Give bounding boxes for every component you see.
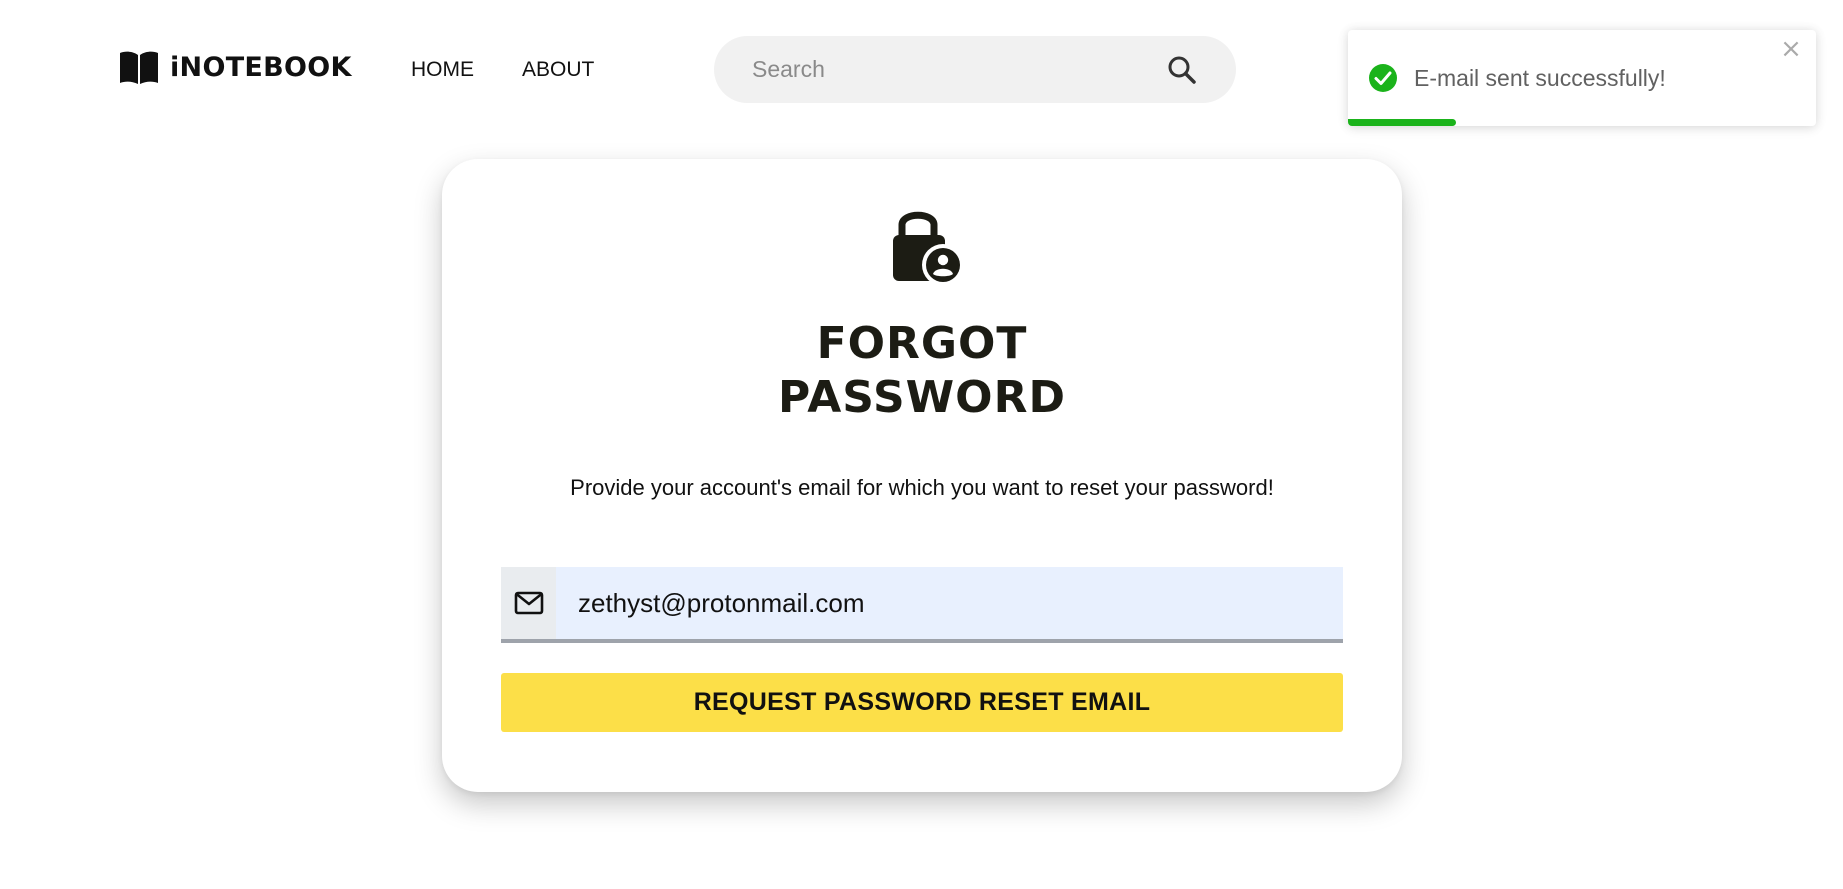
brand-name: iNOTEBOOK — [170, 51, 352, 83]
toast-progress-track — [1348, 119, 1816, 126]
email-input-group — [501, 567, 1343, 643]
toast-message: E-mail sent successfully! — [1414, 65, 1666, 91]
envelope-icon — [501, 567, 556, 639]
page-title: FORGOT PASSWORD — [442, 317, 1402, 425]
title-line-2: PASSWORD — [777, 372, 1066, 423]
toast-progress-bar — [1348, 119, 1456, 126]
search-bar — [714, 36, 1236, 103]
check-circle-icon — [1368, 63, 1398, 93]
nav-link-about[interactable]: ABOUT — [522, 58, 594, 82]
close-icon[interactable]: × — [1780, 36, 1802, 62]
book-open-icon — [118, 49, 160, 85]
search-icon[interactable] — [1166, 54, 1198, 86]
email-field[interactable] — [556, 567, 1343, 639]
nav-link-home[interactable]: HOME — [411, 58, 474, 82]
lock-user-icon — [887, 205, 967, 286]
instructions-text: Provide your account's email for which y… — [570, 475, 1274, 500]
forgot-password-card: FORGOT PASSWORD Provide your account's e… — [442, 159, 1402, 792]
nav-links: HOME ABOUT — [411, 58, 594, 82]
title-line-1: FORGOT — [816, 318, 1028, 369]
search-input[interactable] — [750, 36, 1150, 103]
request-reset-button[interactable]: REQUEST PASSWORD RESET EMAIL — [501, 673, 1343, 732]
brand[interactable]: iNOTEBOOK — [118, 49, 352, 85]
success-toast: E-mail sent successfully! × — [1348, 30, 1816, 126]
